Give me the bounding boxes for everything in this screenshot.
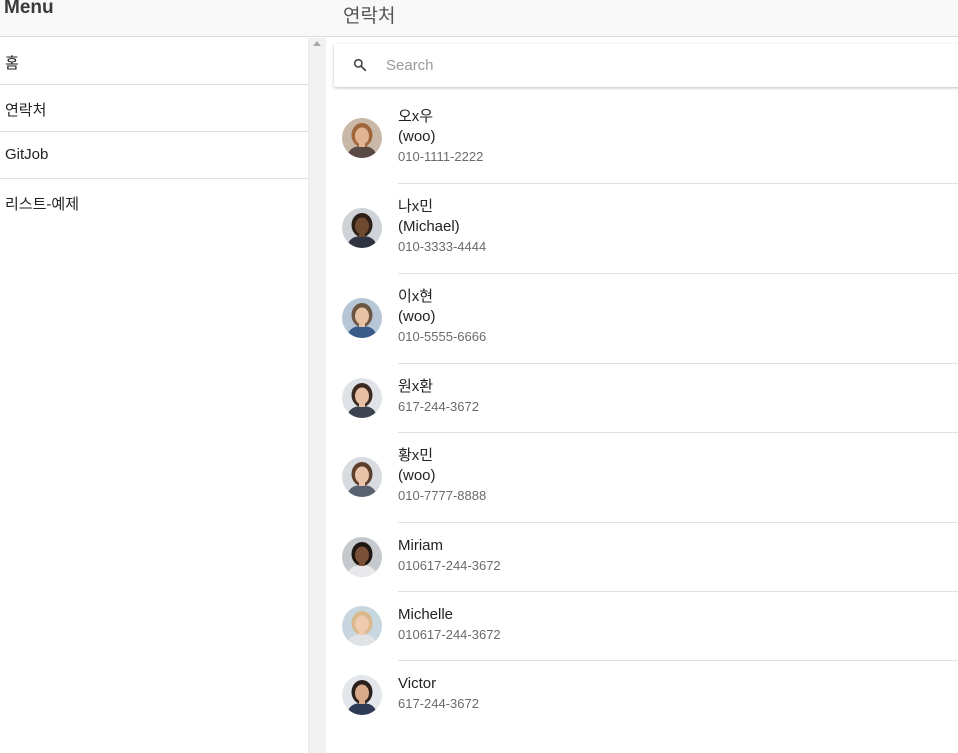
avatar (342, 298, 382, 338)
app-window: 홈 연락처 GitJob 리스트-예제 Menu 연락처 오x우 (woo) 0… (0, 0, 958, 753)
contact-list-item[interactable]: Victor 617-244-3672 (326, 661, 958, 730)
contact-name: Miriam (398, 537, 443, 554)
menu-item-gitjob[interactable]: GitJob (0, 132, 308, 179)
contact-phone: 617-244-3672 (398, 399, 479, 414)
menu-pane: 홈 연락처 GitJob 리스트-예제 (0, 0, 308, 753)
avatar (342, 118, 382, 158)
contact-nickname: (Michael) (398, 218, 460, 235)
contact-list-item[interactable]: 원x환 617-244-3672 (326, 364, 958, 433)
contact-name: Michelle (398, 606, 454, 623)
avatar (342, 208, 382, 248)
contact-name: 원x환 (398, 378, 434, 395)
contact-list-item[interactable]: 황x민 (woo) 010-7777-8888 (326, 433, 958, 523)
page-title: 연락처 (343, 6, 396, 27)
menu-scrollbar[interactable] (308, 38, 326, 753)
avatar (342, 378, 382, 418)
contact-name: 이x현 (398, 288, 434, 305)
search-input[interactable] (386, 52, 946, 79)
contact-list: 오x우 (woo) 010-1111-2222 나x민 (Michael) 01… (326, 94, 958, 730)
menu-item-list-example[interactable]: 리스트-예제 (0, 179, 308, 226)
contact-nickname: (woo) (398, 308, 436, 325)
menu-title: Menu (4, 0, 54, 18)
avatar (342, 675, 382, 715)
contact-phone: 010-7777-8888 (398, 488, 487, 503)
contact-name: Victor (398, 675, 437, 692)
scroll-up-arrow-icon[interactable] (313, 41, 321, 46)
menu-item-label: GitJob (5, 146, 49, 163)
menu-item-label: 연락처 (5, 102, 47, 119)
content-header: 연락처 (326, 0, 958, 37)
contact-list-item[interactable]: 오x우 (woo) 010-1111-2222 (326, 94, 958, 184)
contact-name: 오x우 (398, 108, 434, 125)
contact-phone: 010617-244-3672 (398, 558, 501, 573)
menu-item-label: 리스트-예제 (5, 196, 79, 213)
contact-phone: 010-5555-6666 (398, 329, 487, 344)
search-bar (334, 44, 958, 87)
menu-item-label: 홈 (5, 55, 19, 72)
contact-list-item[interactable]: Michelle 010617-244-3672 (326, 592, 958, 661)
avatar (342, 606, 382, 646)
contact-name: 황x민 (398, 447, 434, 464)
contact-nickname: (woo) (398, 128, 436, 145)
contact-phone: 617-244-3672 (398, 696, 479, 711)
menu-item-contacts[interactable]: 연락처 (0, 85, 308, 132)
search-icon[interactable] (352, 57, 368, 73)
menu-item-home[interactable]: 홈 (0, 38, 308, 85)
contact-list-item[interactable]: Miriam 010617-244-3672 (326, 523, 958, 592)
contact-phone: 010617-244-3672 (398, 627, 501, 642)
menu-header: Menu (0, 0, 326, 37)
avatar (342, 537, 382, 577)
avatar (342, 457, 382, 497)
contact-nickname: (woo) (398, 467, 436, 484)
contact-phone: 010-1111-2222 (398, 149, 484, 164)
contact-name: 나x민 (398, 198, 434, 215)
contact-phone: 010-3333-4444 (398, 239, 487, 254)
contact-list-item[interactable]: 이x현 (woo) 010-5555-6666 (326, 274, 958, 364)
contact-list-item[interactable]: 나x민 (Michael) 010-3333-4444 (326, 184, 958, 274)
menu-list: 홈 연락처 GitJob 리스트-예제 (0, 38, 308, 226)
